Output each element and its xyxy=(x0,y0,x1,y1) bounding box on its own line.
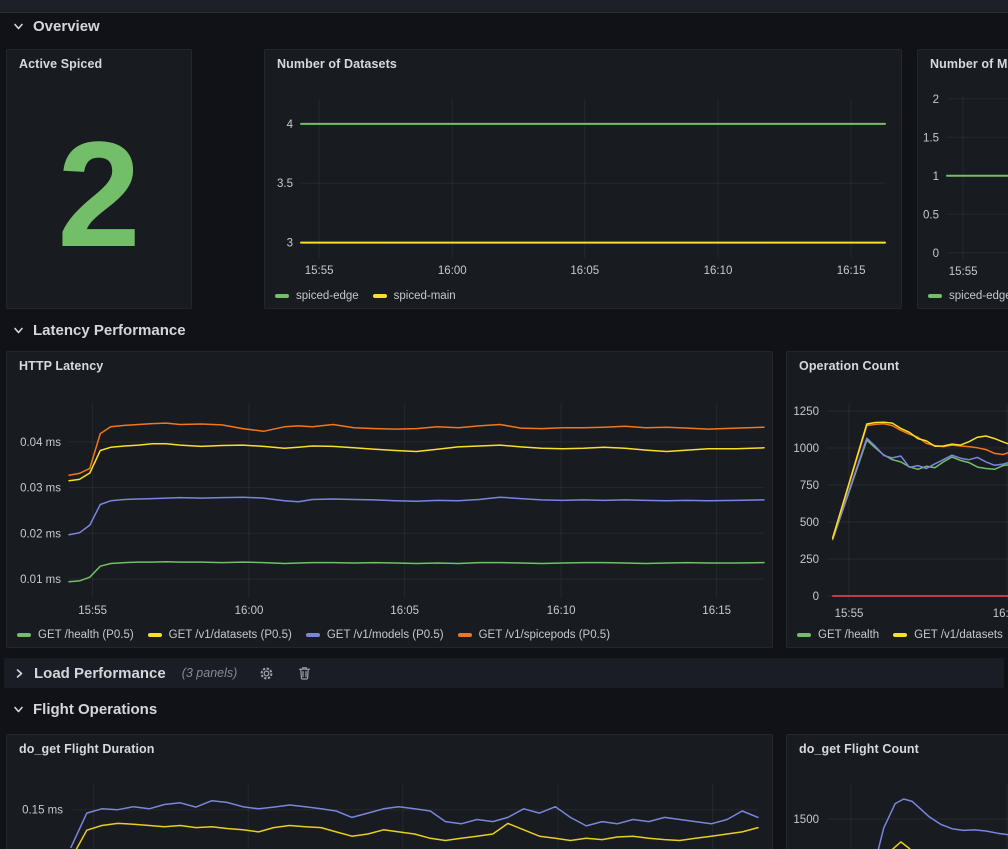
stat-wrap: 2 xyxy=(7,80,191,308)
svg-text:15:55: 15:55 xyxy=(949,266,978,278)
svg-text:0.03 ms: 0.03 ms xyxy=(20,483,61,495)
svg-text:1250: 1250 xyxy=(793,406,819,418)
datasets-chart[interactable]: 15:55 16:00 16:05 16:10 16:15 4 3.5 3 xyxy=(265,50,901,308)
legend-item[interactable]: GET /v1/datasets xyxy=(893,629,1003,641)
svg-text:0: 0 xyxy=(933,248,939,260)
section-title: Latency Performance xyxy=(33,322,186,339)
svg-text:0.5: 0.5 xyxy=(923,209,939,221)
svg-text:0: 0 xyxy=(813,591,819,603)
svg-text:16:15: 16:15 xyxy=(837,265,866,277)
gear-icon[interactable] xyxy=(259,666,274,681)
section-title: Overview xyxy=(33,18,100,35)
section-header-overview[interactable]: Overview xyxy=(13,18,100,35)
svg-text:250: 250 xyxy=(800,554,819,566)
panel-do-get-flight-duration: do_get Flight Duration 0.15 ms xyxy=(6,734,773,849)
legend-item[interactable]: spiced-edge xyxy=(928,290,1008,302)
legend-swatch xyxy=(306,633,320,637)
legend-label: GET /health (P0.5) xyxy=(38,629,134,641)
svg-text:16:00: 16:00 xyxy=(438,265,467,277)
legend-swatch xyxy=(458,633,472,637)
legend-item[interactable]: spiced-edge xyxy=(275,290,359,302)
legend-item[interactable]: GET /v1/models (P0.5) xyxy=(306,629,444,641)
legend-item[interactable]: GET /health (P0.5) xyxy=(17,629,134,641)
stat-value: 2 xyxy=(57,140,140,248)
panels-count: (3 panels) xyxy=(182,666,238,680)
svg-text:500: 500 xyxy=(800,517,819,529)
http-latency-legend: GET /health (P0.5) GET /v1/datasets (P0.5… xyxy=(17,629,610,641)
flight-duration-chart[interactable]: 0.15 ms xyxy=(7,735,772,849)
svg-text:0.02 ms: 0.02 ms xyxy=(20,528,61,540)
panel-title[interactable]: Active Spiced xyxy=(19,57,102,71)
legend-swatch xyxy=(928,294,942,298)
svg-text:0.01 ms: 0.01 ms xyxy=(20,574,61,586)
datasets-legend: spiced-edge spiced-main xyxy=(275,290,456,302)
svg-text:0.04 ms: 0.04 ms xyxy=(20,437,61,449)
legend-label: GET /health xyxy=(818,629,879,641)
section-title: Load Performance xyxy=(34,665,166,682)
legend-swatch xyxy=(148,633,162,637)
chevron-down-icon xyxy=(13,21,24,32)
svg-text:1.5: 1.5 xyxy=(923,132,939,144)
legend-swatch xyxy=(893,633,907,637)
legend-swatch xyxy=(373,294,387,298)
panel-active-spiced: Active Spiced 2 xyxy=(6,49,192,309)
panel-number-of-datasets: Number of Datasets 15:5516:0016:0516:101… xyxy=(264,49,902,309)
grafana-dashboard: Overview Active Spiced 2 Number of Datas… xyxy=(0,0,1008,849)
flight-count-chart[interactable]: 1500 xyxy=(787,735,1008,849)
legend-item[interactable]: GET /v1/datasets (P0.5) xyxy=(148,629,292,641)
operation-count-legend: GET /health GET /v1/datasets xyxy=(797,629,1003,641)
legend-label: spiced-main xyxy=(394,290,456,302)
section-header-flight-operations[interactable]: Flight Operations xyxy=(13,701,157,718)
svg-text:16:05: 16:05 xyxy=(390,605,419,617)
section-header-latency-performance[interactable]: Latency Performance xyxy=(13,322,186,339)
models-legend: spiced-edge xyxy=(928,290,1008,302)
legend-swatch xyxy=(797,633,811,637)
svg-text:1: 1 xyxy=(933,171,939,183)
panel-operation-count: Operation Count 15:5516:0012501000750500… xyxy=(786,351,1008,648)
legend-label: GET /v1/datasets (P0.5) xyxy=(169,629,292,641)
legend-item[interactable]: spiced-main xyxy=(373,290,456,302)
legend-item[interactable]: GET /v1/spicepods (P0.5) xyxy=(458,629,610,641)
svg-text:0.15 ms: 0.15 ms xyxy=(22,805,63,817)
svg-text:16:10: 16:10 xyxy=(704,265,733,277)
http-latency-chart[interactable]: 15:55 16:00 16:05 16:10 16:15 0.04 ms 0.03 ms 0… xyxy=(7,352,772,647)
top-nav-bar xyxy=(0,0,1008,13)
svg-text:3.5: 3.5 xyxy=(277,178,293,190)
svg-text:15:55: 15:55 xyxy=(305,265,334,277)
legend-label: GET /v1/models (P0.5) xyxy=(327,629,444,641)
svg-text:15:55: 15:55 xyxy=(78,605,107,617)
svg-text:16:00: 16:00 xyxy=(993,608,1008,620)
chevron-down-icon xyxy=(13,325,24,336)
section-header-load-performance[interactable]: Load Performance (3 panels) xyxy=(4,658,1004,688)
svg-text:1000: 1000 xyxy=(793,443,819,455)
svg-text:3: 3 xyxy=(287,238,293,250)
svg-text:16:10: 16:10 xyxy=(547,605,576,617)
svg-text:4: 4 xyxy=(287,119,294,131)
chevron-down-icon xyxy=(13,704,24,715)
legend-swatch xyxy=(17,633,31,637)
models-chart[interactable]: 15:55 2 1.5 1 0.5 0 xyxy=(918,50,1008,308)
legend-label: spiced-edge xyxy=(296,290,359,302)
svg-text:750: 750 xyxy=(800,480,819,492)
legend-label: GET /v1/spicepods (P0.5) xyxy=(479,629,610,641)
svg-text:2: 2 xyxy=(933,94,939,106)
section-title: Flight Operations xyxy=(33,701,157,718)
svg-text:16:15: 16:15 xyxy=(702,605,731,617)
chevron-right-icon xyxy=(14,668,25,679)
svg-text:1500: 1500 xyxy=(793,814,819,826)
trash-icon[interactable] xyxy=(298,666,311,680)
panel-http-latency: HTTP Latency 15:5516:0016:0516:1016:150.… xyxy=(6,351,773,648)
panel-do-get-flight-count: do_get Flight Count 1500 xyxy=(786,734,1008,849)
legend-label: spiced-edge xyxy=(949,290,1008,302)
operation-count-chart[interactable]: 15:55 16:00 1250 1000 750 500 250 0 xyxy=(787,352,1008,647)
panel-number-of-models: Number of Models 15:5521.510.50 spiced-e… xyxy=(917,49,1008,309)
legend-label: GET /v1/datasets xyxy=(914,629,1003,641)
svg-text:15:55: 15:55 xyxy=(835,608,864,620)
svg-text:16:05: 16:05 xyxy=(570,265,599,277)
legend-item[interactable]: GET /health xyxy=(797,629,879,641)
legend-swatch xyxy=(275,294,289,298)
svg-text:16:00: 16:00 xyxy=(235,605,264,617)
